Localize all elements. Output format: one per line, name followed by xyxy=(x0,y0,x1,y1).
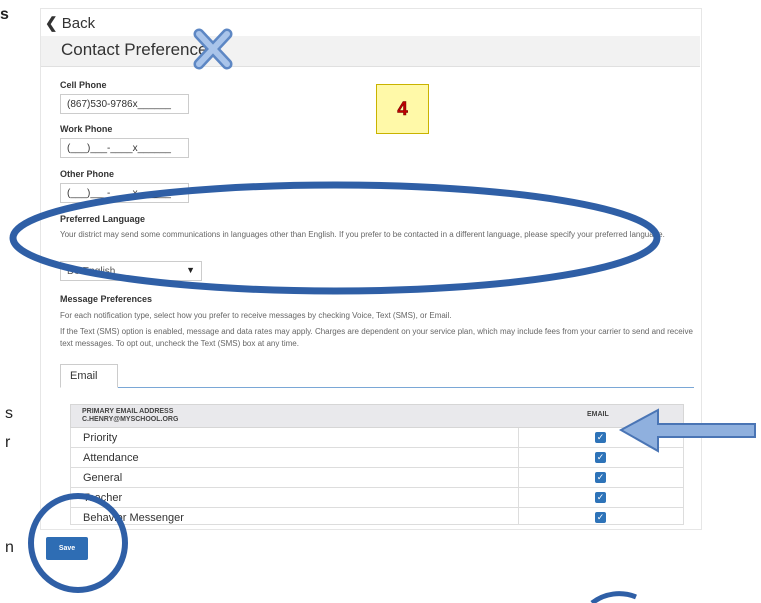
left-fragment-mid2: r xyxy=(5,434,11,451)
preferred-language-description: Your district may send some communicatio… xyxy=(60,230,665,239)
page-title: Contact Preferences xyxy=(61,40,216,59)
work-phone-input[interactable]: (___)___-____x______ xyxy=(60,138,189,158)
left-fragment-bottom: n xyxy=(5,539,14,556)
table-row: Teacher ✓ xyxy=(70,488,684,508)
work-phone-label: Work Phone xyxy=(60,124,113,134)
chevron-left-icon: ❮ xyxy=(45,15,58,32)
table-row: Priority ✓ xyxy=(70,428,684,448)
back-link[interactable]: ❮ Back xyxy=(45,14,95,32)
message-preferences-label: Message Preferences xyxy=(60,294,153,304)
message-preferences-intro: For each notification type, select how y… xyxy=(60,311,452,320)
other-phone-input[interactable]: (___)___-____x______ xyxy=(60,183,189,203)
row-label: Behavior Messenger xyxy=(83,512,184,524)
email-checkbox[interactable]: ✓ xyxy=(595,452,606,463)
table-header-email: EMAIL xyxy=(587,411,609,418)
column-divider xyxy=(518,428,519,447)
save-button[interactable]: Save xyxy=(46,537,88,560)
partial-circle-bottom-right xyxy=(590,591,637,603)
row-label: Attendance xyxy=(83,452,139,464)
column-divider xyxy=(518,468,519,487)
table-row: Behavior Messenger ✓ xyxy=(70,508,684,525)
tab-email[interactable]: Email xyxy=(60,364,118,388)
table-row: General ✓ xyxy=(70,468,684,488)
sms-note: If the Text (SMS) option is enabled, mes… xyxy=(60,327,693,348)
caret-down-icon: ▼ xyxy=(186,265,195,275)
row-label: General xyxy=(83,472,123,484)
cell-phone-input[interactable]: (867)530-9786x______ xyxy=(60,94,189,114)
column-divider xyxy=(518,508,519,524)
language-select[interactable]: Do English ▼ xyxy=(60,261,202,281)
email-checkbox[interactable]: ✓ xyxy=(595,472,606,483)
row-label: Priority xyxy=(83,432,118,444)
back-label: Back xyxy=(61,15,96,32)
tab-divider xyxy=(118,387,694,388)
table-header-primary: PRIMARY EMAIL ADDRESS C.HENRY@MYSCHOOL.O… xyxy=(82,408,178,424)
email-checkbox[interactable]: ✓ xyxy=(595,432,606,443)
preferred-language-label: Preferred Language xyxy=(60,214,146,224)
other-phone-label: Other Phone xyxy=(60,169,115,179)
column-divider xyxy=(518,448,519,467)
cell-phone-label: Cell Phone xyxy=(60,80,107,90)
left-fragment-mid1: s xyxy=(5,405,13,422)
email-checkbox[interactable]: ✓ xyxy=(595,512,606,523)
column-divider xyxy=(518,488,519,507)
primary-email-address: C.HENRY@MYSCHOOL.ORG xyxy=(82,416,179,423)
primary-email-heading: PRIMARY EMAIL ADDRESS xyxy=(82,408,174,415)
row-label: Teacher xyxy=(83,492,123,504)
step-number-badge: 4 xyxy=(376,84,429,134)
left-fragment-top: s xyxy=(0,6,9,23)
language-select-value: Do English xyxy=(67,266,116,277)
table-row: Attendance ✓ xyxy=(70,448,684,468)
email-checkbox[interactable]: ✓ xyxy=(595,492,606,503)
